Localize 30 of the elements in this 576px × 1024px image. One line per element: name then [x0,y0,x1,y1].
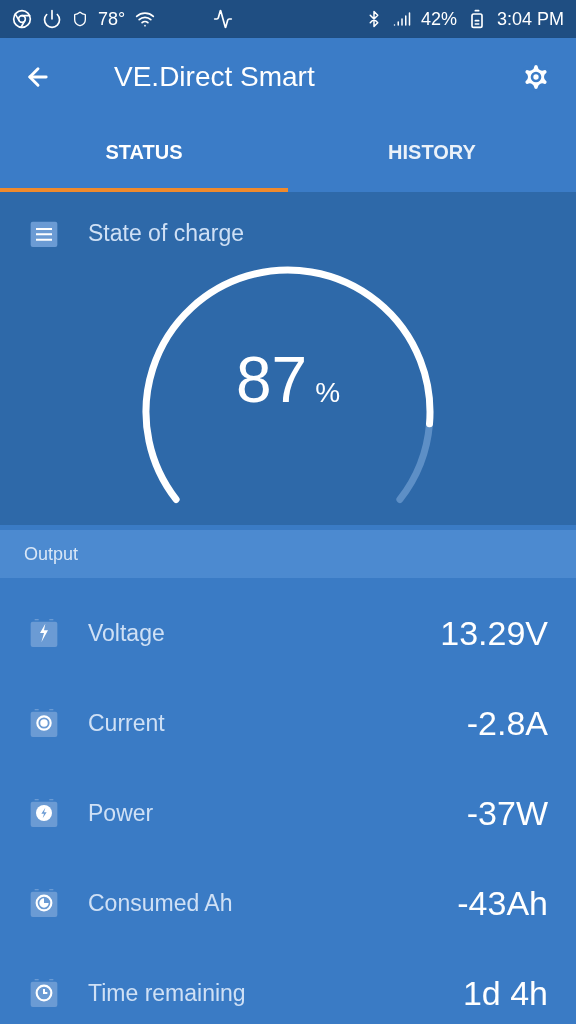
charge-unit: % [315,376,341,410]
row-label: Current [88,708,165,738]
shield-icon [72,11,88,27]
app-title: VE.Direct Smart [114,60,315,94]
activity-icon [213,9,234,29]
row-value: -2.8A [466,702,548,744]
row-label: Time remaining [88,978,246,1008]
row-label: Consumed Ah [88,888,233,918]
signal-icon [392,10,411,28]
battery-bolt-icon [28,617,60,649]
row-label: Voltage [88,618,165,648]
tab[interactable]: HISTORY [288,116,576,192]
clock-icon [28,977,60,1009]
temperature: 78° [98,7,126,31]
battery-percent: 42% [420,7,457,31]
section-label: State of charge [88,219,244,248]
power-icon [42,9,62,29]
row-label: Power [88,798,154,828]
section-title: Output [24,542,79,566]
row-value: 13.29V [440,612,548,654]
row-value: -43Ah [457,882,548,924]
row-value: 1d 4h [462,972,548,1014]
bolt-circle-icon [28,797,60,829]
row-value: -37W [466,792,548,834]
clock-time: 3:04 PM [496,7,564,31]
ring-icon [28,707,60,739]
pie-icon [28,887,60,919]
charge-value: 87 [235,348,308,412]
browser-icon [12,9,32,29]
wifi-icon [135,9,156,29]
